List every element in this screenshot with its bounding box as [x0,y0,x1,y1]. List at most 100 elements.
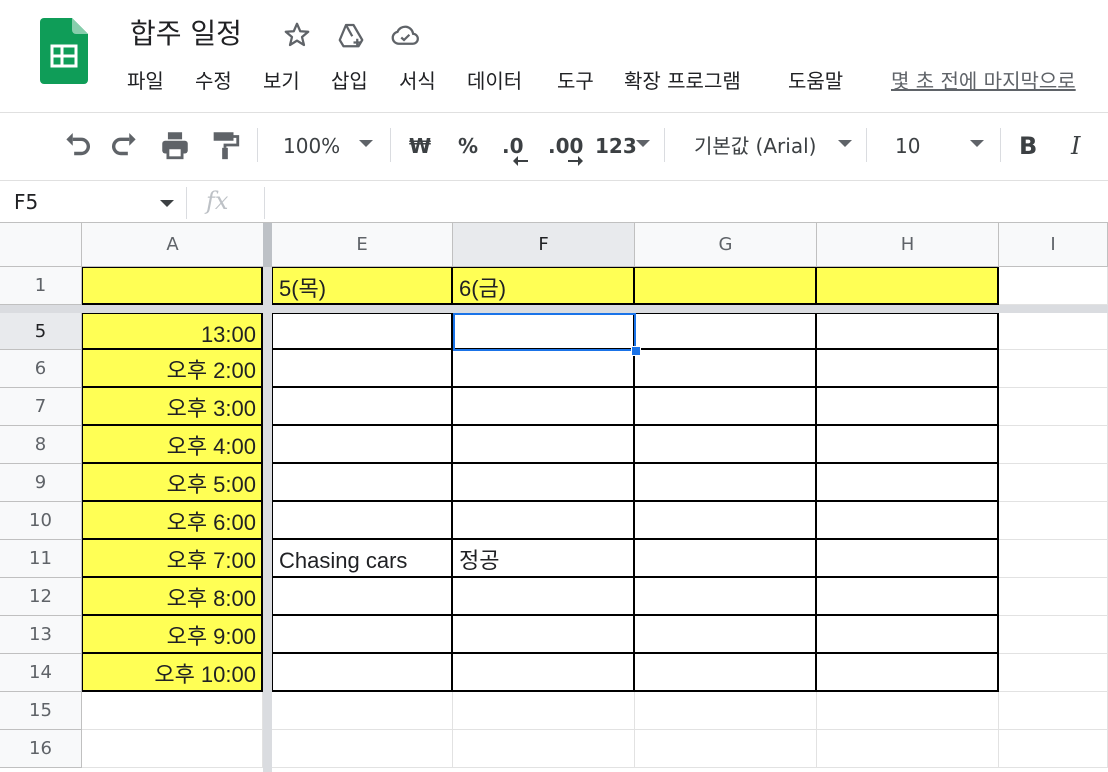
fill-handle[interactable] [631,346,641,356]
column-header-e[interactable]: E [272,223,453,267]
paint-format-icon[interactable] [208,128,242,162]
row-header-7[interactable]: 7 [0,388,82,426]
cell-g13[interactable] [635,616,817,654]
cell-g12[interactable] [635,578,817,616]
cell-i15[interactable] [999,692,1108,730]
select-all-corner[interactable] [0,223,82,267]
formula-input[interactable] [276,188,1096,216]
cell-f15[interactable] [453,692,635,730]
cell-a13[interactable]: 오후 9:00 [82,616,263,654]
font-family-select[interactable]: 기본값 (Arial) [694,132,816,160]
cell-e8[interactable] [272,426,453,464]
cell-a8[interactable]: 오후 4:00 [82,426,263,464]
cell-e12[interactable] [272,578,453,616]
frozen-row-divider[interactable] [0,305,1108,313]
undo-icon[interactable] [60,128,94,162]
cell-f10[interactable] [453,502,635,540]
cell-f14[interactable] [453,654,635,692]
menu-view[interactable]: 보기 [263,66,300,96]
cell-g1[interactable] [635,267,817,305]
cell-h15[interactable] [817,692,999,730]
name-box-dropdown-icon[interactable] [160,200,174,207]
cell-a1[interactable] [82,267,263,305]
number-format-select[interactable]: 123 [595,132,637,160]
cell-e7[interactable] [272,388,453,426]
row-header-15[interactable]: 15 [0,692,82,730]
menu-file[interactable]: 파일 [127,66,164,96]
italic-button[interactable]: I [1071,132,1080,160]
row-header-10[interactable]: 10 [0,502,82,540]
cell-g9[interactable] [635,464,817,502]
column-header-h[interactable]: H [817,223,999,267]
name-box[interactable]: F5 [14,188,38,216]
cell-a14[interactable]: 오후 10:00 [82,654,263,692]
cell-a11[interactable]: 오후 7:00 [82,540,263,578]
row-header-5[interactable]: 5 [0,313,82,350]
cell-i10[interactable] [999,502,1108,540]
cell-i16[interactable] [999,730,1108,768]
cell-f7[interactable] [453,388,635,426]
cell-h14[interactable] [817,654,999,692]
cell-f11[interactable]: 정공 [453,540,635,578]
cell-h1[interactable] [817,267,999,305]
zoom-dropdown-icon[interactable] [359,140,373,147]
cell-i5[interactable] [999,313,1108,350]
row-header-16[interactable]: 16 [0,730,82,768]
cell-i7[interactable] [999,388,1108,426]
cell-a10[interactable]: 오후 6:00 [82,502,263,540]
cell-e9[interactable] [272,464,453,502]
zoom-select[interactable]: 100% [283,132,340,160]
cell-i12[interactable] [999,578,1108,616]
currency-format-button[interactable]: ₩ [409,132,431,160]
cell-a16[interactable] [82,730,263,768]
cell-f13[interactable] [453,616,635,654]
font-size-dropdown-icon[interactable] [970,140,984,147]
cell-e5[interactable] [272,313,453,350]
last-edit-link[interactable]: 몇 초 전에 마지막으로 [891,66,1076,96]
cell-g15[interactable] [635,692,817,730]
menu-format[interactable]: 서식 [399,66,436,96]
bold-button[interactable]: B [1019,132,1037,160]
cell-i13[interactable] [999,616,1108,654]
cell-e13[interactable] [272,616,453,654]
font-size-select[interactable]: 10 [895,132,920,160]
cell-e16[interactable] [272,730,453,768]
cell-e15[interactable] [272,692,453,730]
cell-i1[interactable] [999,267,1108,305]
cell-h10[interactable] [817,502,999,540]
number-format-dropdown-icon[interactable] [636,140,650,147]
cell-h11[interactable] [817,540,999,578]
cell-h13[interactable] [817,616,999,654]
row-header-6[interactable]: 6 [0,350,82,388]
cell-a5[interactable]: 13:00 [82,313,263,350]
cell-a15[interactable] [82,692,263,730]
cell-g8[interactable] [635,426,817,464]
star-icon[interactable] [282,20,312,50]
column-header-a[interactable]: A [82,223,264,267]
menu-extensions[interactable]: 확장 프로그램 [624,66,741,96]
percent-format-button[interactable]: % [458,132,478,160]
spreadsheet-grid[interactable]: A E F G H I 1 5(목) 6(금) 5 13:00 6 오후 2:00 7 오후 3:00 8 오후… [0,223,1108,772]
cell-f9[interactable] [453,464,635,502]
cell-g11[interactable] [635,540,817,578]
cell-f8[interactable] [453,426,635,464]
cell-a9[interactable]: 오후 5:00 [82,464,263,502]
row-header-13[interactable]: 13 [0,616,82,654]
frozen-column-handle[interactable] [263,223,272,267]
cell-e10[interactable] [272,502,453,540]
cell-i8[interactable] [999,426,1108,464]
menu-data[interactable]: 데이터 [467,66,522,96]
menu-insert[interactable]: 삽입 [331,66,368,96]
column-header-f[interactable]: F [453,223,635,267]
cell-f16[interactable] [453,730,635,768]
row-header-1[interactable]: 1 [0,267,82,305]
cell-e11[interactable]: Chasing cars [272,540,453,578]
cell-h6[interactable] [817,350,999,388]
move-to-drive-icon[interactable] [336,20,366,50]
cell-a7[interactable]: 오후 3:00 [82,388,263,426]
cell-g14[interactable] [635,654,817,692]
cell-e14[interactable] [272,654,453,692]
cell-h9[interactable] [817,464,999,502]
row-header-9[interactable]: 9 [0,464,82,502]
cell-g6[interactable] [635,350,817,388]
